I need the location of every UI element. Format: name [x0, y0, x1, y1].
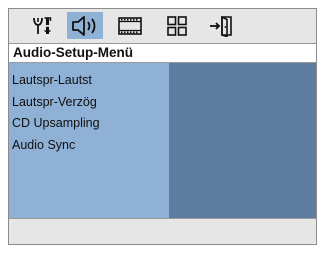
- speaker-icon: [72, 15, 96, 36]
- menu-list: Lautspr-Lautst Lautspr-Verzög CD Upsampl…: [9, 63, 169, 156]
- exit-icon: [210, 15, 232, 37]
- preferences-icon: [167, 15, 187, 36]
- general-setup-icon: [33, 16, 52, 34]
- menu-item-speaker-volume[interactable]: Lautspr-Lautst: [12, 70, 169, 92]
- menu-item-cd-upsampling[interactable]: CD Upsampling: [12, 113, 169, 135]
- tab-preferences[interactable]: [159, 12, 195, 39]
- tab-general-setup[interactable]: [25, 12, 61, 39]
- tab-video-setup[interactable]: [112, 12, 148, 39]
- submenu-panel: [169, 63, 316, 218]
- video-setup-icon: [118, 16, 142, 35]
- setup-tab-bar: [9, 9, 316, 42]
- menu-title: Audio-Setup-Menü: [9, 43, 316, 63]
- audio-setup-window: Audio-Setup-Menü Lautspr-Lautst Lautspr-…: [8, 8, 317, 245]
- tab-exit[interactable]: [205, 12, 241, 39]
- tab-audio-setup[interactable]: [67, 12, 103, 39]
- help-footer: [9, 218, 316, 244]
- menu-list-panel: Lautspr-Lautst Lautspr-Verzög CD Upsampl…: [9, 63, 169, 218]
- menu-item-audio-sync[interactable]: Audio Sync: [12, 135, 169, 157]
- menu-item-speaker-delay[interactable]: Lautspr-Verzög: [12, 92, 169, 114]
